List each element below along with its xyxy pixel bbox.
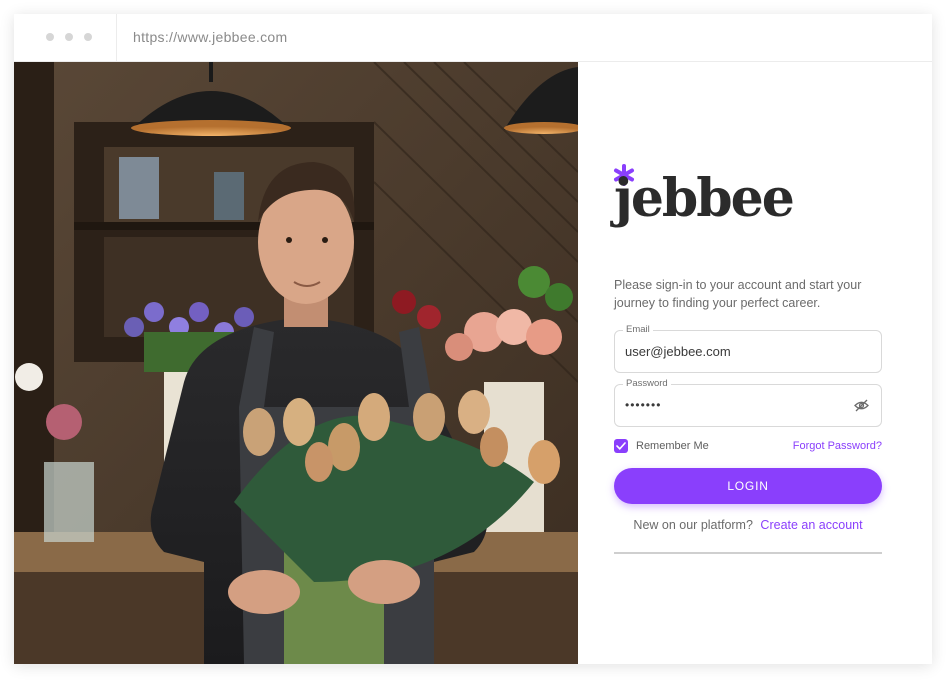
email-label: Email bbox=[623, 324, 653, 335]
email-field[interactable]: Email user@jebbee.com bbox=[614, 324, 882, 373]
password-field[interactable]: Password ••••••• bbox=[614, 378, 882, 427]
password-value[interactable]: ••••••• bbox=[625, 398, 661, 412]
signup-row: New on our platform? Create an account bbox=[578, 518, 918, 532]
divider bbox=[614, 552, 882, 554]
password-label: Password bbox=[623, 378, 671, 389]
welcome-text: Please sign-in to your account and start… bbox=[614, 278, 862, 310]
signup-prompt: New on our platform? bbox=[633, 518, 753, 532]
window-controls bbox=[46, 33, 92, 41]
url-separator bbox=[116, 14, 117, 62]
window-dot[interactable] bbox=[65, 33, 73, 41]
remember-checkbox[interactable] bbox=[614, 439, 628, 453]
photo-illustration bbox=[14, 62, 578, 664]
eye-slash-icon[interactable] bbox=[854, 399, 869, 417]
create-account-link[interactable]: Create an account bbox=[760, 518, 862, 532]
checkmark-icon bbox=[616, 442, 626, 450]
brand-logo[interactable]: jebbee bbox=[614, 164, 814, 246]
window-dot[interactable] bbox=[84, 33, 92, 41]
login-panel: jebbee Please sign-in to your account an… bbox=[578, 62, 932, 664]
browser-topbar: https://www.jebbee.com bbox=[14, 14, 932, 62]
remember-label: Remember Me bbox=[636, 440, 709, 452]
login-button[interactable]: LOGIN bbox=[614, 468, 882, 504]
window-dot[interactable] bbox=[46, 33, 54, 41]
remember-me[interactable]: Remember Me bbox=[614, 439, 709, 453]
brand-name: jebbee bbox=[614, 168, 795, 229]
email-value[interactable]: user@jebbee.com bbox=[625, 344, 731, 359]
florist-photo bbox=[14, 62, 578, 664]
address-bar[interactable]: https://www.jebbee.com bbox=[133, 29, 287, 45]
browser-window: https://www.jebbee.com jebbee Please sig… bbox=[14, 14, 932, 664]
forgot-password-link[interactable]: Forgot Password? bbox=[793, 440, 882, 452]
